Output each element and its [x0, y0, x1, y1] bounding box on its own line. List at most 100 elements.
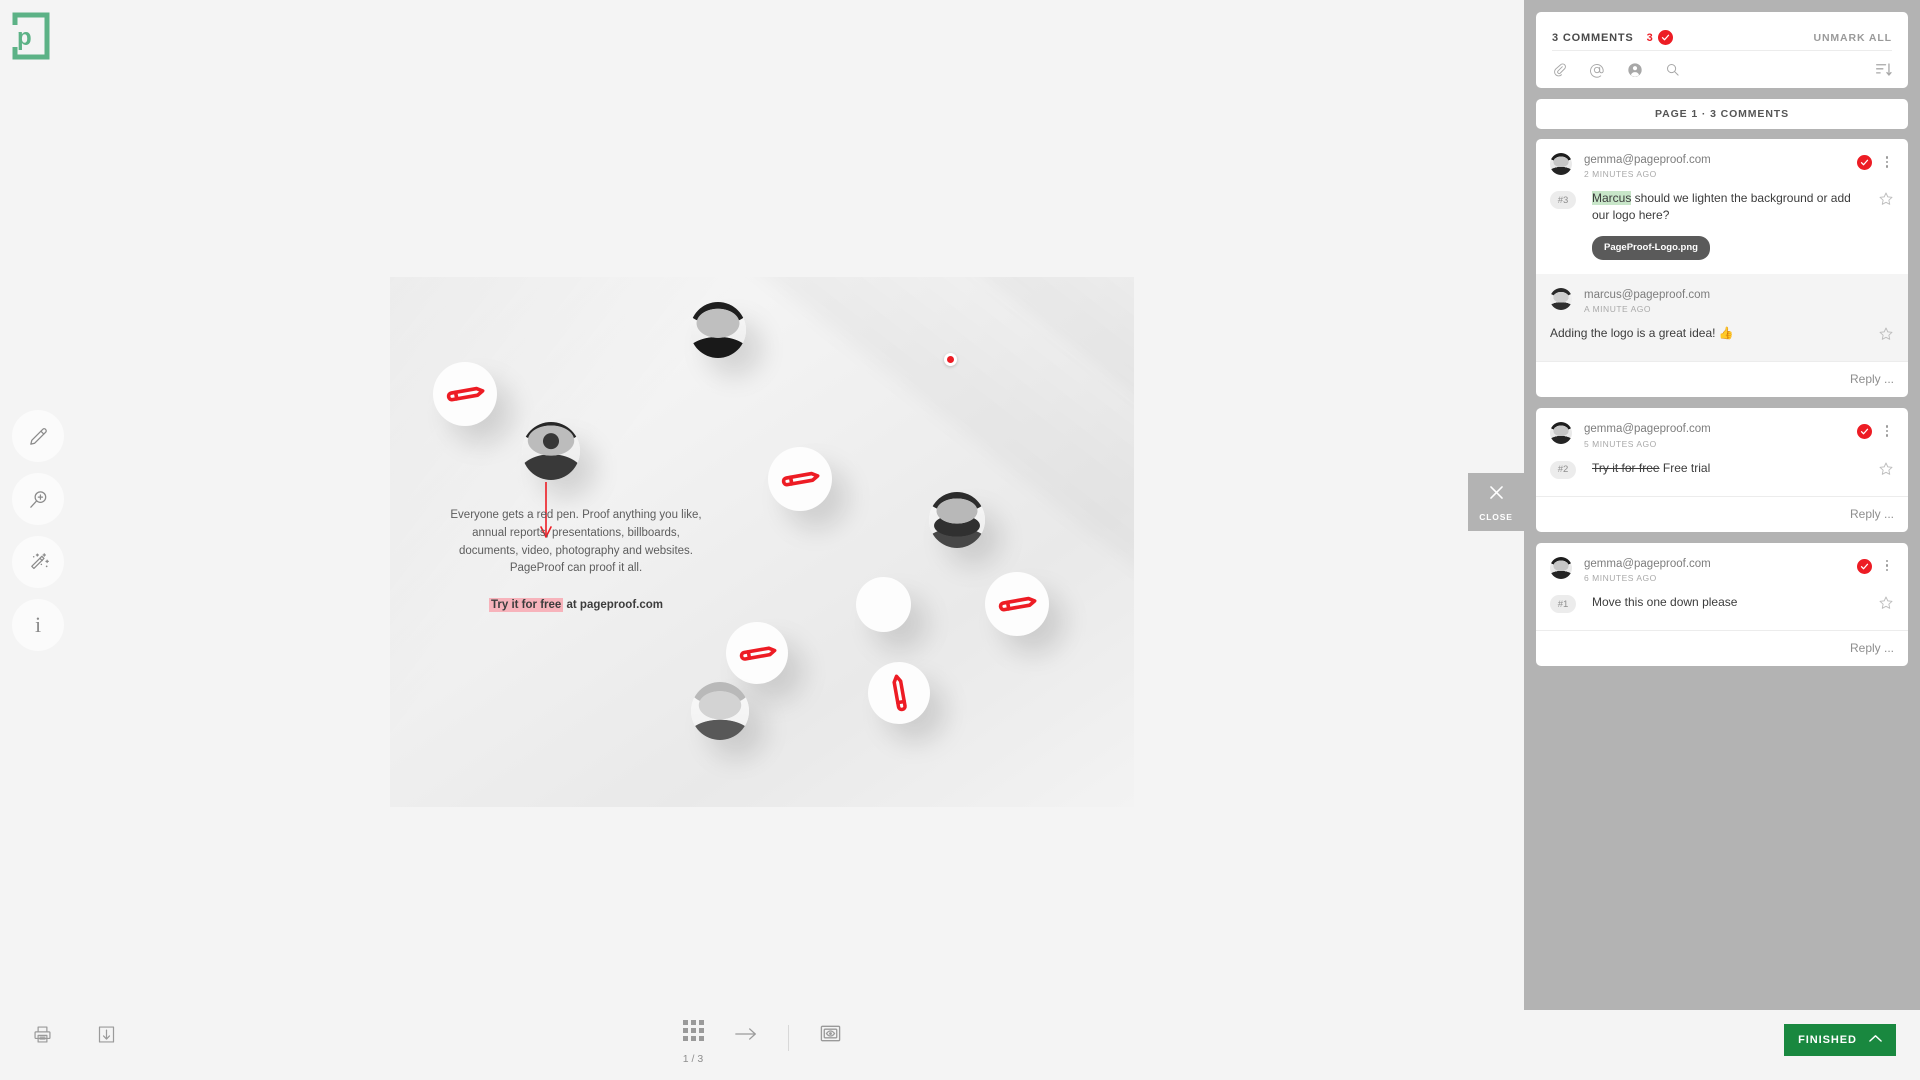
mention-icon[interactable]: [1589, 62, 1605, 78]
toolbar-divider: [787, 1025, 789, 1051]
comment-text: Move this one down please: [1592, 595, 1738, 610]
page-grid-button[interactable]: 1 / 3: [682, 1020, 704, 1065]
avatar-disc: [691, 682, 749, 740]
reply-meta: marcus@pageproof.com A MINUTE AGO: [1584, 288, 1894, 314]
comment-author: gemma@pageproof.com: [1584, 154, 1711, 166]
dot-annotation[interactable]: [944, 353, 957, 366]
reply-text: Adding the logo is a great idea! 👍: [1550, 326, 1734, 341]
grid-icon: [682, 1020, 704, 1046]
pen-disc: [868, 662, 930, 724]
comment-author: gemma@pageproof.com: [1584, 423, 1711, 436]
avatar: [1550, 153, 1572, 175]
artwork-body-text: Everyone gets a red pen. Proof anything …: [450, 509, 702, 575]
next-page-button[interactable]: [734, 1024, 758, 1049]
star-icon[interactable]: [1878, 595, 1894, 616]
finished-button-label: FINISHED: [1798, 1034, 1857, 1046]
comment-menu-button[interactable]: [1880, 425, 1894, 437]
comment-card[interactable]: gemma@pageproof.com 6 MINUTES AGO #1 Mov…: [1536, 542, 1908, 667]
avatar: [1550, 287, 1572, 310]
attach-icon[interactable]: [1552, 62, 1567, 77]
avatar-photo: [690, 302, 746, 358]
comment-card[interactable]: gemma@pageproof.com 2 MINUTES AGO #3 Mar…: [1536, 139, 1908, 398]
preview-toggle-button[interactable]: [819, 1022, 842, 1050]
close-tab-label: CLOSE: [1479, 511, 1513, 522]
comment-text: Marcus should we lighten the background …: [1592, 190, 1868, 260]
attachment-chip[interactable]: PageProof-Logo.png: [1592, 236, 1710, 260]
comment-header: gemma@pageproof.com 2 MINUTES AGO: [1536, 139, 1908, 179]
shadow-band: [690, 277, 1134, 807]
comment-header: gemma@pageproof.com 6 MINUTES AGO: [1536, 543, 1908, 583]
mark-done-button[interactable]: [1857, 155, 1872, 170]
comment-pin[interactable]: #3: [1550, 191, 1576, 210]
avatar: [1550, 422, 1572, 445]
page-indicator: 1 / 3: [682, 1053, 704, 1065]
avatar-photo: [522, 422, 580, 480]
reply-body: Adding the logo is a great idea! 👍: [1550, 314, 1894, 361]
artwork-cta: Try it for free at pageproof.com: [446, 597, 706, 615]
comment-author: gemma@pageproof.com: [1584, 557, 1711, 570]
avatar-disc: [522, 422, 580, 480]
comment-pin[interactable]: #2: [1550, 460, 1576, 479]
proof-artwork[interactable]: Everyone gets a red pen. Proof anything …: [390, 277, 1134, 807]
star-icon[interactable]: [1878, 191, 1894, 212]
person-icon[interactable]: [1627, 62, 1643, 78]
bottom-center-tools: 1 / 3: [0, 1020, 1524, 1065]
page-separator: PAGE 1 · 3 COMMENTS: [1536, 99, 1908, 129]
avatar-photo: [691, 682, 749, 740]
reply-input[interactable]: Reply ...: [1536, 630, 1908, 666]
pen-disc: [985, 572, 1049, 636]
comments-header-row: 3 COMMENTS 3 UNMARK ALL: [1552, 25, 1892, 51]
comment-text: Try it for free Free trial: [1592, 460, 1868, 477]
pen-disc: [726, 622, 788, 684]
mark-done-button[interactable]: [1857, 558, 1872, 574]
comment-meta: gemma@pageproof.com 6 MINUTES AGO: [1584, 557, 1857, 583]
mark-done-button[interactable]: [1857, 424, 1872, 440]
marked-count: 3: [1646, 31, 1653, 44]
comment-body: #1 Move this one down please: [1536, 583, 1908, 630]
avatar-photo: [856, 577, 911, 632]
chevron-up-icon: [1869, 1034, 1882, 1046]
comment-timestamp: 6 MINUTES AGO: [1584, 573, 1657, 584]
finished-button[interactable]: FINISHED: [1784, 1024, 1896, 1056]
star-icon[interactable]: [1878, 461, 1894, 482]
close-panel-tab[interactable]: CLOSE: [1468, 473, 1524, 531]
bottom-toolbar: 1 / 3 FINISHED: [0, 1010, 1920, 1080]
search-icon[interactable]: [1665, 62, 1680, 77]
comment-meta: gemma@pageproof.com 2 MINUTES AGO: [1584, 153, 1857, 179]
comment-text-rest: should we lighten the background or add …: [1592, 191, 1851, 223]
reply-input[interactable]: Reply ...: [1536, 361, 1908, 397]
artwork-cta-highlight: Try it for free: [489, 598, 564, 612]
comment-menu-button[interactable]: [1880, 156, 1894, 168]
comment-text-rest: Free trial: [1659, 460, 1711, 475]
comments-count-title: 3 COMMENTS: [1552, 31, 1634, 44]
sort-descending-icon[interactable]: [1875, 62, 1892, 77]
comments-toolbar: [1552, 51, 1892, 88]
comment-timestamp: 2 MINUTES AGO: [1584, 169, 1657, 180]
pageproof-app: p i Everyone gets a red pen. Proof anyth…: [0, 0, 1920, 1080]
artwork-cta-rest: at pageproof.com: [563, 599, 664, 611]
comment-text-struck: Try it for free: [1592, 460, 1660, 475]
close-icon: [1487, 483, 1506, 507]
reply-author: marcus@pageproof.com: [1584, 288, 1711, 301]
avatar-disc: [929, 492, 985, 548]
comment-mention: Marcus: [1592, 191, 1632, 206]
unmark-all-button[interactable]: UNMARK ALL: [1813, 32, 1892, 44]
reply-timestamp: A MINUTE AGO: [1584, 304, 1652, 315]
comment-meta: gemma@pageproof.com 5 MINUTES AGO: [1584, 422, 1857, 448]
reply-input[interactable]: Reply ...: [1536, 495, 1908, 532]
eye-preview-icon: [819, 1022, 842, 1050]
comment-menu-button[interactable]: [1880, 559, 1894, 572]
pen-disc: [768, 447, 832, 511]
comment-body: #3 Marcus should we lighten the backgrou…: [1536, 179, 1908, 274]
comment-pin[interactable]: #1: [1550, 595, 1576, 614]
avatar-disc: [856, 577, 911, 632]
check-icon: [1657, 30, 1673, 45]
star-icon[interactable]: [1878, 326, 1894, 347]
arrow-right-icon: [734, 1024, 758, 1049]
comment-body: #2 Try it for free Free trial: [1536, 449, 1908, 496]
comment-card[interactable]: gemma@pageproof.com 5 MINUTES AGO #2 Try…: [1536, 408, 1908, 532]
pen-disc: [433, 362, 497, 426]
avatar: [1550, 556, 1572, 579]
comment-reply: marcus@pageproof.com A MINUTE AGO Adding…: [1536, 273, 1908, 362]
avatar-photo: [929, 492, 985, 548]
